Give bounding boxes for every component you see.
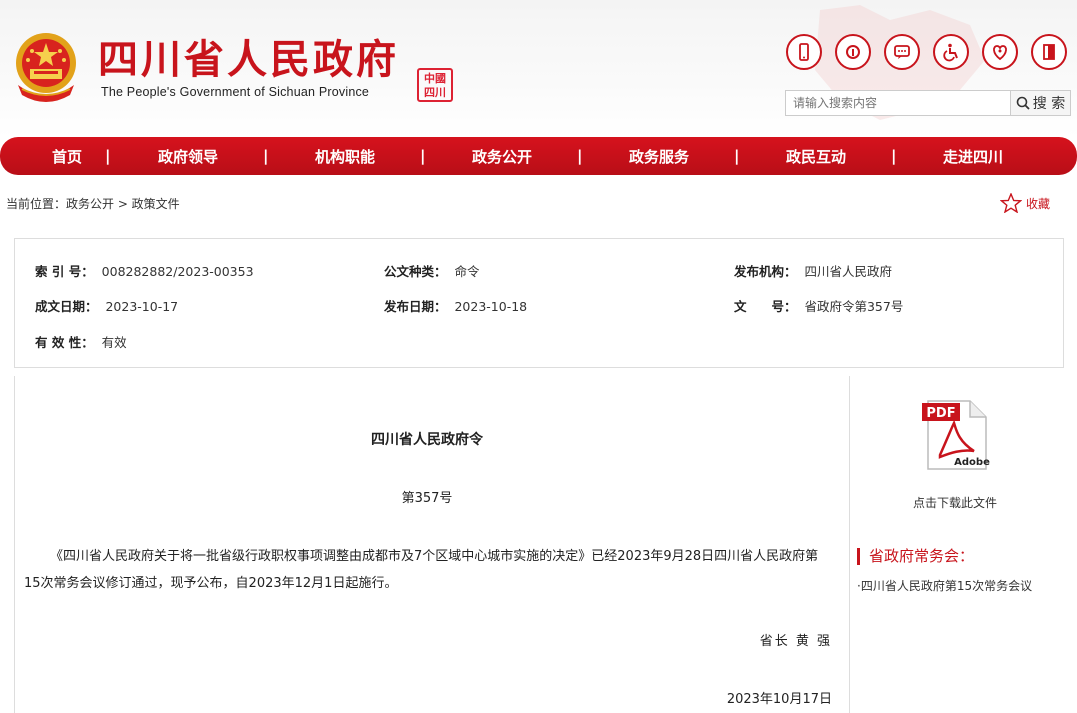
adobe-label: Adobe	[954, 457, 990, 468]
info-published-label: 发布日期：	[384, 299, 447, 314]
info-issuer: 发布机构： 四川省人民政府	[734, 261, 892, 280]
nav-separator: |	[420, 147, 426, 165]
site-title[interactable]: 四川省人民政府	[98, 36, 399, 84]
info-docno-label: 文 号：	[734, 299, 797, 314]
info-published: 发布日期： 2023-10-18	[384, 296, 527, 315]
favorite-label: 收藏	[1026, 196, 1051, 211]
seal-text: 中國四川	[424, 72, 446, 99]
document-title: 四川省人民政府令	[371, 432, 483, 448]
nav-item-leaders[interactable]: 政府领导	[158, 146, 218, 167]
search-button[interactable]: 搜 索	[1011, 90, 1071, 116]
info-issuer-value: 四川省人民政府	[804, 264, 892, 279]
seal-logo: 中國四川	[417, 68, 453, 102]
nav-item-functions[interactable]: 机构职能	[315, 146, 375, 167]
nav-separator: |	[577, 147, 583, 165]
breadcrumb: 当前位置：政务公开 > 政策文件	[6, 197, 180, 211]
mobile-icon[interactable]	[786, 34, 822, 70]
nav-item-open-government[interactable]: 政务公开	[472, 146, 532, 167]
star-icon	[1000, 193, 1022, 213]
document-body: 《四川省人民政府关于将一批省级行政职权事项调整由成都市及7个区域中心城市实施的决…	[24, 549, 819, 591]
accessibility-icon[interactable]	[933, 34, 969, 70]
wechat-icon[interactable]	[884, 34, 920, 70]
site-subtitle: The People's Government of Sichuan Provi…	[101, 85, 370, 99]
weibo-icon[interactable]	[835, 34, 871, 70]
info-validity-value: 有效	[101, 335, 127, 350]
info-docno-value: 省政府令第357号	[804, 299, 904, 314]
nav-separator: |	[734, 147, 740, 165]
info-created-label: 成文日期：	[35, 299, 98, 314]
nav-item-services[interactable]: 政务服务	[629, 146, 689, 167]
info-type: 公文种类： 命令	[384, 261, 479, 280]
favorite-button[interactable]: 收藏	[1000, 193, 1050, 213]
info-validity: 有 效 性： 有效	[35, 332, 127, 351]
elderly-care-icon[interactable]	[982, 34, 1018, 70]
info-type-label: 公文种类：	[384, 264, 447, 279]
nav-separator: |	[263, 147, 269, 165]
site-header: 四川省人民政府 The People's Government of Sichu…	[0, 0, 1077, 137]
nav-item-about-sichuan[interactable]: 走进四川	[943, 146, 1003, 167]
info-created: 成文日期： 2023-10-17	[35, 296, 178, 315]
document-signature: 省长 黄 强	[759, 634, 832, 649]
search-button-label: 搜 索	[1032, 96, 1066, 112]
info-published-value: 2023-10-18	[454, 299, 528, 314]
info-validity-label: 有 效 性：	[35, 335, 94, 350]
pdf-label: PDF	[926, 406, 955, 421]
info-type-value: 命令	[454, 264, 480, 279]
nav-item-home[interactable]: 首页	[52, 146, 82, 167]
info-docno: 文 号： 省政府令第357号	[734, 296, 903, 315]
sidebar-section-title: 省政府常务会：	[857, 548, 974, 565]
search-input[interactable]	[785, 90, 1011, 116]
document-date: 2023年10月17日	[726, 692, 832, 707]
exit-icon[interactable]	[1031, 34, 1067, 70]
document-info-box: 索 引 号： 008282882/2023-00353 公文种类： 命令 发布机…	[14, 238, 1064, 368]
sidebar-meeting-link[interactable]: ·四川省人民政府第15次常务会议	[857, 577, 1032, 594]
search-icon	[1016, 96, 1030, 110]
pdf-file-icon[interactable]: PDF Adobe	[918, 397, 994, 473]
download-file-link[interactable]: 点击下载此文件	[855, 494, 1055, 511]
nav-separator: |	[891, 147, 897, 165]
info-index: 索 引 号： 008282882/2023-00353	[35, 261, 254, 280]
toolbar-icons	[786, 34, 1067, 70]
main-nav: 首页 | 政府领导 | 机构职能 | 政务公开 | 政务服务 | 政民互动 | …	[0, 137, 1077, 175]
document-number: 第357号	[401, 491, 453, 506]
info-created-value: 2023-10-17	[105, 299, 179, 314]
nav-item-interaction[interactable]: 政民互动	[786, 146, 846, 167]
nav-separator: |	[105, 147, 111, 165]
info-index-value: 008282882/2023-00353	[101, 264, 254, 279]
national-emblem-icon	[16, 33, 76, 102]
info-index-label: 索 引 号：	[35, 264, 94, 279]
info-issuer-label: 发布机构：	[734, 264, 797, 279]
